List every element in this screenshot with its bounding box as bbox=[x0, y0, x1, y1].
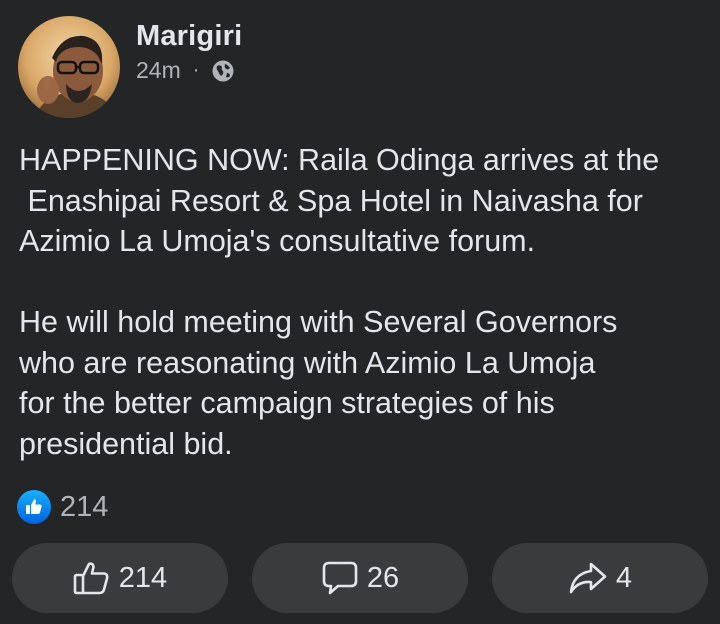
author-name[interactable]: Marigiri bbox=[136, 20, 242, 53]
post-timestamp[interactable]: 24m bbox=[136, 57, 181, 84]
share-button[interactable]: 4 bbox=[492, 543, 708, 613]
post-header: Marigiri 24m · bbox=[18, 16, 242, 118]
reaction-count: 214 bbox=[60, 490, 109, 523]
globe-icon bbox=[211, 59, 235, 83]
post-meta: 24m · bbox=[136, 57, 242, 84]
author-info: Marigiri 24m · bbox=[136, 20, 242, 84]
meta-separator: · bbox=[192, 59, 200, 81]
avatar[interactable] bbox=[18, 16, 120, 118]
like-reaction-icon bbox=[17, 490, 51, 524]
post-text: HAPPENING NOW: Raila Odinga arrives at t… bbox=[19, 140, 709, 464]
comment-button[interactable]: 26 bbox=[252, 543, 468, 613]
post-paragraph: He will hold meeting with Several Govern… bbox=[19, 305, 618, 461]
share-count: 4 bbox=[615, 561, 633, 594]
share-icon bbox=[568, 561, 608, 595]
reaction-summary[interactable]: 214 bbox=[17, 490, 108, 524]
like-count: 214 bbox=[118, 561, 168, 594]
comment-count: 26 bbox=[366, 561, 400, 594]
post-paragraph: HAPPENING NOW: Raila Odinga arrives at t… bbox=[19, 143, 660, 258]
thumbs-up-icon bbox=[73, 560, 111, 596]
like-button[interactable]: 214 bbox=[12, 543, 228, 613]
comment-icon bbox=[321, 560, 359, 596]
